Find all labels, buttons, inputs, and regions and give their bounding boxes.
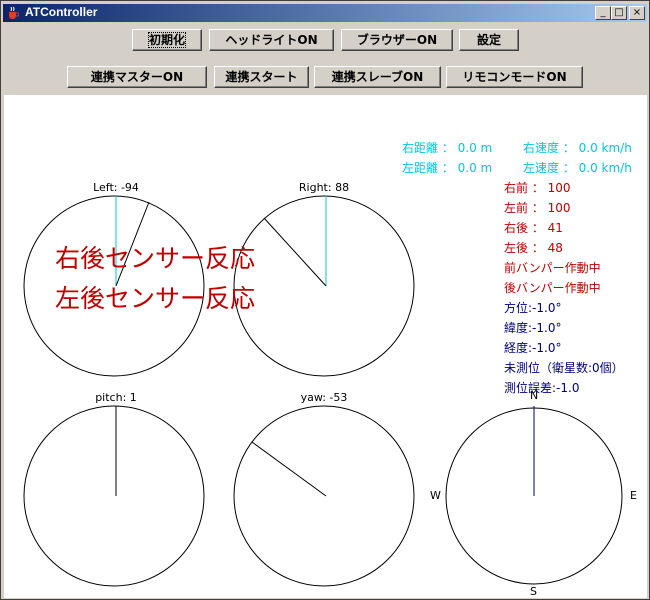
compass-north: N (530, 389, 539, 402)
app-window: ATController _ □ × 初期化 ヘッドライトON ブラウザーON … (0, 0, 650, 600)
initialize-button[interactable]: 初期化 (132, 29, 202, 51)
pitch-gauge-circle (23, 405, 205, 587)
right-rear-sensor-warning: 右後センサー反応 (55, 244, 256, 273)
link-start-button-label: 連携スタート (225, 70, 298, 84)
link-master-on-button-label: 連携マスターON (90, 70, 184, 84)
gauges-svg (23, 195, 623, 587)
headlight-on-button[interactable]: ヘッドライトON (209, 29, 334, 51)
right-needle (263, 217, 327, 287)
toolbar: 初期化 ヘッドライトON ブラウザーON 設定 連携マスターON 連携スタート … (3, 23, 647, 95)
java-cup-icon (9, 6, 19, 19)
browser-on-button-label: ブラウザーON (356, 33, 438, 47)
title-bar[interactable]: ATController _ □ × (3, 4, 647, 22)
left-rear-sensor-warning: 左後センサー反応 (55, 284, 256, 313)
browser-on-button[interactable]: ブラウザーON (341, 29, 453, 51)
link-slave-on-button-label: 連携スレーブON (331, 70, 424, 84)
minimize-button[interactable]: _ (595, 6, 611, 20)
initialize-button-label: 初期化 (147, 32, 187, 48)
settings-button-label: 設定 (476, 33, 501, 47)
compass-west: W (430, 489, 441, 502)
compass-east: E (630, 489, 637, 502)
close-button[interactable]: × (629, 6, 645, 20)
yaw-gauge-circle (233, 405, 415, 587)
link-start-button[interactable]: 連携スタート (214, 66, 309, 88)
right-gauge-circle (233, 195, 415, 377)
compass-south: S (530, 585, 537, 598)
yaw-needle (251, 441, 327, 497)
maximize-button[interactable]: □ (611, 6, 627, 20)
window-title: ATController (25, 5, 98, 19)
settings-button[interactable]: 設定 (459, 29, 519, 51)
remote-mode-on-button-label: リモコンモードON (462, 70, 567, 84)
link-master-on-button[interactable]: 連携マスターON (67, 66, 207, 88)
link-slave-on-button[interactable]: 連携スレーブON (314, 66, 441, 88)
remote-mode-on-button[interactable]: リモコンモードON (446, 66, 583, 88)
sensor-display-canvas: 右距離 ： 0.0 m 右速度 ： 0.0 km/h 左距離 ： 0.0 m 左… (4, 95, 647, 598)
headlight-on-button-label: ヘッドライトON (225, 33, 318, 47)
